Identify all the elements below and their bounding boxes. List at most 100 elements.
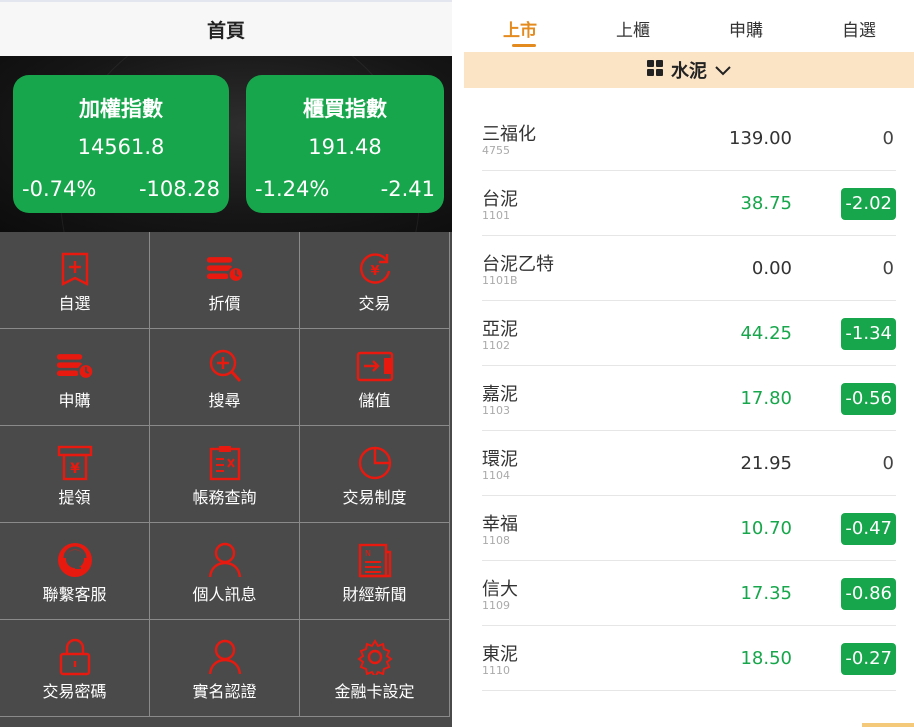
chevron-down-icon: [715, 61, 731, 80]
stock-code: 1101: [482, 209, 510, 222]
stock-row[interactable]: 幸福 1108 10.70 -0.47: [482, 496, 896, 561]
svg-text:N: N: [365, 549, 371, 558]
search-icon: [205, 348, 245, 384]
menu-item-bank-card-settings[interactable]: 金融卡設定: [300, 620, 450, 717]
menu-label: 財經新聞: [342, 585, 407, 604]
stock-row[interactable]: 嘉泥 1103 17.80 -0.56: [482, 366, 896, 431]
stock-price: 17.80: [740, 388, 792, 409]
tab-subscribe[interactable]: 申購: [690, 16, 802, 41]
menu-item-withdraw[interactable]: ¥ 提領: [0, 426, 150, 523]
market-panel: 上市 上櫃 申購 自選 水泥 三福化 4755 139.00 0 台泥 1101…: [464, 0, 914, 727]
lock-icon: [55, 638, 95, 676]
menu-item-trading-rules[interactable]: 交易制度: [300, 426, 450, 523]
stock-price: 18.50: [740, 648, 792, 669]
stock-name: 東泥: [482, 644, 518, 665]
menu-item-real-name-verify[interactable]: 實名認證: [150, 620, 300, 717]
page-title: 首頁: [206, 19, 245, 42]
stock-name: 環泥: [482, 449, 518, 470]
stock-name: 嘉泥: [482, 384, 518, 405]
taiex-index-card[interactable]: 加權指數 14561.8 -0.74% -108.28: [13, 75, 229, 213]
menu-item-customer-service[interactable]: 聯繫客服: [0, 523, 150, 620]
index-change: -108.28: [138, 177, 220, 201]
menu-label: 交易制度: [342, 488, 407, 507]
index-name: 櫃買指數: [303, 97, 387, 121]
stock-name: 信大: [482, 579, 518, 600]
stock-code: 1104: [482, 469, 510, 482]
menu-item-trade-password[interactable]: 交易密碼: [0, 620, 150, 717]
stock-change: -1.34: [841, 318, 896, 350]
menu-item-account-query[interactable]: 帳務查詢: [150, 426, 300, 523]
index-value: 191.48: [308, 135, 382, 159]
stock-price: 10.70: [740, 518, 792, 539]
tab-listed[interactable]: 上市: [464, 16, 576, 41]
index-change: -2.41: [380, 177, 435, 201]
yen-exchange-icon: ¥: [355, 251, 395, 287]
active-tab-indicator: [512, 44, 536, 47]
news-icon: N: [355, 542, 395, 578]
discount-coins-icon: [205, 251, 245, 287]
otc-index-card[interactable]: 櫃買指數 191.48 -1.24% -2.41: [246, 75, 444, 213]
index-banner: 加權指數 14561.8 -0.74% -108.28 櫃買指數 191.48 …: [0, 56, 452, 232]
stock-code: 1109: [482, 599, 510, 612]
index-value: 14561.8: [77, 135, 165, 159]
atm-withdraw-icon: ¥: [55, 445, 95, 481]
bottom-accent: [862, 723, 914, 727]
category-selector[interactable]: 水泥: [464, 52, 914, 88]
wallet-icon: [355, 348, 395, 384]
index-percent: -0.74%: [22, 177, 97, 201]
menu-label: 申購: [58, 391, 91, 410]
stock-row[interactable]: 台泥 1101 38.75 -2.02: [482, 171, 896, 236]
category-label: 水泥: [671, 61, 707, 82]
stock-row[interactable]: 三福化 4755 139.00 0: [482, 106, 896, 171]
menu-label: 提領: [58, 488, 91, 507]
stock-row[interactable]: 台泥乙特 1101B 0.00 0: [482, 236, 896, 301]
menu-label: 交易密碼: [42, 682, 107, 701]
index-name: 加權指數: [79, 97, 163, 121]
stock-name: 亞泥: [482, 319, 518, 340]
menu-label: 帳務查詢: [192, 488, 257, 507]
home-panel: 首頁 加權指數 14561.8 -0.74% -108.28 櫃買指數 191.…: [0, 0, 452, 727]
subscribe-coins-icon: [55, 348, 95, 384]
customer-service-icon: [55, 542, 95, 578]
stock-row[interactable]: 信大 1109 17.35 -0.86: [482, 561, 896, 626]
menu-label: 實名認證: [192, 682, 257, 701]
grid-icon: [647, 60, 663, 80]
menu-item-discount[interactable]: 折價: [150, 232, 300, 329]
stock-row[interactable]: 環泥 1104 21.95 0: [482, 431, 896, 496]
stock-row[interactable]: 亞泥 1102 44.25 -1.34: [482, 301, 896, 366]
stock-change: -0.86: [841, 578, 896, 610]
stock-price: 17.35: [740, 583, 792, 604]
tab-otc[interactable]: 上櫃: [577, 16, 689, 41]
menu-item-financial-news[interactable]: N 財經新聞: [300, 523, 450, 620]
menu-item-favorites[interactable]: 自選: [0, 232, 150, 329]
menu-label: 搜尋: [208, 391, 241, 410]
gear-icon: [355, 639, 395, 675]
stock-price: 139.00: [729, 128, 792, 149]
menu-item-subscribe[interactable]: 申購: [0, 329, 150, 426]
stock-change: -0.27: [841, 643, 896, 675]
stock-name: 台泥: [482, 189, 518, 210]
menu-label: 折價: [208, 294, 241, 313]
stock-change: 0: [882, 128, 894, 149]
stock-change: -0.47: [841, 513, 896, 545]
stock-row[interactable]: 東泥 1110 18.50 -0.27: [482, 626, 896, 691]
feature-grid: 自選 折價 ¥ 交易 申購 搜尋 儲值 ¥ 提領 帳務查詢 交易制度 聯繫客服 …: [0, 232, 452, 727]
home-header: 首頁: [0, 0, 452, 56]
stock-code: 1108: [482, 534, 510, 547]
stock-change: -2.02: [841, 188, 896, 220]
ledger-icon: [205, 445, 245, 481]
svg-text:¥: ¥: [370, 264, 379, 279]
menu-item-profile[interactable]: 個人訊息: [150, 523, 300, 620]
menu-item-search[interactable]: 搜尋: [150, 329, 300, 426]
menu-item-trade[interactable]: ¥ 交易: [300, 232, 450, 329]
menu-item-deposit[interactable]: 儲值: [300, 329, 450, 426]
stock-code: 1103: [482, 404, 510, 417]
svg-text:¥: ¥: [70, 461, 80, 477]
stock-change: -0.56: [841, 383, 896, 415]
user-verify-icon: [205, 639, 245, 675]
stock-name: 幸福: [482, 514, 518, 535]
stock-name: 三福化: [482, 124, 536, 145]
favorite-list-icon: [55, 251, 95, 287]
tab-favorites[interactable]: 自選: [803, 16, 914, 41]
stock-list: 三福化 4755 139.00 0 台泥 1101 38.75 -2.02 台泥…: [482, 106, 896, 691]
